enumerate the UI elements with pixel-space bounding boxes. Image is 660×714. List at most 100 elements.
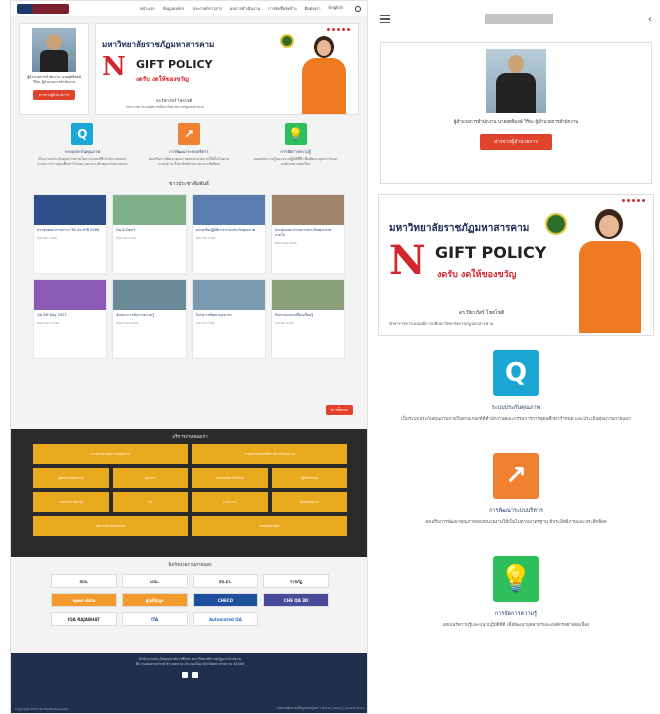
nav-link-about[interactable]: ข้อมูลองค์กร — [163, 5, 185, 12]
external-link[interactable]: มรม. — [121, 574, 188, 588]
mobile-feature-qa[interactable]: Q ระบบประกันคุณภาพ เป็นระบบประกันคุณภาพภ… — [372, 350, 660, 423]
feature-qa[interactable]: Q ระบบประกันคุณภาพ เป็นระบบประกันคุณภาพภ… — [36, 123, 128, 168]
gift-policy-banner[interactable]: มหาวิทยาลัยราชภัฏมหาสารคาม N GIFT POLICY… — [95, 23, 359, 115]
links-grid: สกอ. มรม. สป.อว. ราชภัฏ open data ศูนย์ข… — [51, 574, 329, 626]
lightbulb-icon: 💡 — [493, 556, 539, 603]
social-links — [15, 671, 365, 678]
site-logo[interactable] — [17, 3, 69, 14]
news-grid: ประชุมคณะกรรมการ ITA ประจำปี 2566 มิถุนาย… — [11, 188, 367, 359]
external-link[interactable]: IQA RAJABHAT — [51, 612, 117, 626]
external-link[interactable]: ราชภัฏ — [263, 574, 329, 588]
footer-address: 80 ถนนนครสวรรค์ ตำบลตลาด อำเภอเมือง จังห… — [135, 662, 245, 667]
mobile-feature-km[interactable]: 💡 การจัดการความรู้ เผยแพร่ความรู้และแนวป… — [372, 556, 660, 629]
search-icon[interactable] — [355, 5, 361, 12]
footer-policy-links[interactable]: นโยบายคุ้มครองข้อมูลส่วนบุคคล | Privacy … — [276, 706, 365, 711]
nav-link-procurement[interactable]: การจัดซื้อจัดจ้าง — [268, 5, 296, 12]
external-link[interactable]: CHE QA 3D — [263, 593, 329, 607]
exec-photo — [486, 49, 546, 113]
mobile-gift-policy-banner[interactable]: มหาวิทยาลัยราชภัฏมหาสารคาม N GIFT POLICY… — [378, 194, 654, 336]
feature-text: เป็นระบบประกันคุณภาพภายในตามเกณฑ์ที่สำนั… — [401, 417, 631, 422]
news-card[interactable]: QA KM Day 2023 พฤษภาคม 2566 — [33, 278, 108, 359]
banner-signer-title: รักษาราชการแทนอธิการบดีมหาวิทยาลัยราชภัฏ… — [126, 105, 205, 109]
youtube-icon[interactable] — [192, 671, 198, 678]
nav-link-english[interactable]: English — [329, 5, 343, 12]
chevron-left-icon[interactable]: ‹ — [648, 14, 652, 25]
news-image — [34, 279, 107, 310]
service-button[interactable]: ระบบสารสนเทศเพื่อการประกันคุณภาพ — [192, 444, 347, 464]
university-seal-icon — [280, 34, 294, 48]
hamburger-menu-icon[interactable] — [380, 15, 390, 23]
news-card[interactable]: ประชุมคณะกรรมการประเมินคุณภาพภายใน พฤษภาค… — [270, 193, 345, 274]
feature-text: เป็นระบบประกันคุณภาพภายในตามเกณฑ์ที่ สำน… — [36, 157, 128, 167]
banner-heading: มหาวิทยาลัยราชภัฏมหาสารคาม — [389, 223, 530, 234]
news-title: อบรมเชิงปฏิบัติการระบบประกันคุณภาพ — [195, 227, 256, 232]
nav-link-contact[interactable]: ติดต่อเรา — [305, 5, 321, 12]
news-date: เมษายน 2566 — [274, 320, 294, 325]
news-image — [192, 279, 265, 310]
external-link[interactable]: Automated QA — [192, 612, 259, 626]
service-button[interactable]: ITA — [112, 492, 188, 512]
mobile-topbar: ‹ — [372, 0, 660, 38]
banner-no-mark: N — [389, 237, 426, 284]
footer-copyright: Copyright 2023 All Rights Reserved — [15, 707, 69, 711]
feature-km[interactable]: 💡 การจัดการความรู้ เผยแพร่ความรู้และแนวป… — [250, 123, 342, 168]
exec-message-button[interactable]: สารจากผู้อำนวยการ — [480, 134, 552, 151]
nav-link-results[interactable]: ผลการดำเนินงาน — [230, 5, 260, 12]
service-button[interactable]: ปฏิทินกิจกรรม — [271, 468, 347, 488]
feature-title: ระบบประกันคุณภาพ — [491, 405, 541, 411]
news-card[interactable]: อบรมเชิงปฏิบัติการระบบประกันคุณภาพ มิถุนา… — [191, 193, 266, 274]
service-button[interactable]: e-Service — [192, 492, 268, 512]
nav-link-home[interactable]: หน้าแรก — [140, 5, 155, 12]
news-card[interactable]: Do & Don't มิถุนายน 2566 — [112, 193, 187, 274]
exec-caption: ผู้อำนวยการสำนักงาน นายสุทธิพงษ์ วิริยะ … — [27, 75, 81, 84]
site-footer: สำนักงานประกันคุณภาพการศึกษา มหาวิทยาลัย… — [11, 653, 367, 713]
news-card[interactable]: ประชุมคณะกรรมการ ITA ประจำปี 2566 มิถุนาย… — [33, 193, 108, 274]
news-title: Do & Don't — [116, 227, 136, 232]
news-date: มิถุนายน 2566 — [37, 235, 57, 240]
external-link[interactable]: open data — [51, 593, 117, 607]
nav-link-news[interactable]: ประกาศ/ข่าวสาร — [193, 5, 222, 12]
external-link[interactable]: ศูนย์ข้อมูล — [121, 593, 188, 607]
service-button[interactable]: ผลการประเมินคุณภาพ — [33, 516, 188, 536]
exec-message-button[interactable]: สารจากผู้อำนวยการ — [32, 89, 76, 100]
facebook-icon[interactable] — [182, 671, 188, 678]
feature-text: ส่งเสริมการพัฒนาคุณภาพของหน่วยงานให้เป็น… — [425, 520, 607, 526]
news-title: ประชุมคณะกรรมการ ITA ประจำปี 2566 — [37, 227, 100, 232]
all-news-button[interactable]: ข่าวทั้งหมด — [325, 405, 353, 415]
news-card[interactable]: กิจกรรมแลกเปลี่ยนเรียนรู้เมษายน 2566 — [270, 278, 345, 359]
service-button[interactable]: รายงานการประชุม — [33, 492, 109, 512]
service-button[interactable]: บุคลากร — [112, 468, 188, 488]
service-button[interactable]: ระบบรายงานผลการดำเนินงาน — [33, 444, 188, 464]
feature-title: การพัฒนาระบบบริหาร — [169, 149, 209, 154]
feature-title: การจัดการความรู้ — [280, 149, 311, 154]
banner-gift-policy: GIFT POLICY — [136, 58, 213, 71]
service-button[interactable]: ติดต่อสอบถาม — [271, 492, 347, 512]
news-card[interactable]: โครงการพัฒนาบุคลากร เมษายน 2566 — [191, 278, 266, 359]
news-heading: ข่าวประชาสัมพันธ์ — [169, 180, 209, 187]
mobile-logo[interactable] — [485, 14, 553, 24]
feature-management[interactable]: ↗ การพัฒนาระบบบริหาร ส่งเสริมการพัฒนาคุณ… — [143, 123, 235, 168]
banner-signer: ดร.ปิยาภัสร์ ไชยโชติ — [459, 310, 505, 316]
feature-text: เผยแพร่ความรู้และแนวปฏิบัติที่ดี เพื่อพั… — [442, 623, 590, 629]
external-link[interactable]: สป.อว. — [192, 574, 259, 588]
external-link[interactable]: ITA — [121, 612, 188, 626]
hero-section: ผู้อำนวยการสำนักงาน นายสุทธิพงษ์ วิริยะ … — [11, 17, 367, 121]
banner-heading: มหาวิทยาลัยราชภัฏมหาสารคาม — [102, 40, 215, 49]
exec-photo — [32, 28, 76, 72]
exec-card: ผู้อำนวยการสำนักงาน นายสุทธิพงษ์ วิริยะ … — [19, 23, 89, 115]
external-link[interactable]: สกอ. — [51, 574, 117, 588]
news-image — [34, 194, 107, 225]
service-button[interactable]: แผนยุทธศาสตร์ — [192, 516, 347, 536]
news-title: โครงการพัฒนาบุคลากร — [195, 312, 232, 317]
feature-title: ระบบประกันคุณภาพ — [64, 149, 100, 154]
slider-dots[interactable] — [622, 199, 645, 202]
news-title: กิจกรรมแลกเปลี่ยนเรียนรู้ — [274, 312, 314, 317]
service-button[interactable]: คู่มือประกันคุณภาพ — [33, 468, 109, 488]
chart-icon: ↗ — [493, 453, 539, 500]
mobile-feature-management[interactable]: ↗ การพัฒนาระบบบริหาร ส่งเสริมการพัฒนาคุณ… — [372, 453, 660, 526]
news-image — [271, 194, 344, 225]
news-image — [113, 194, 186, 225]
service-button[interactable]: แบบฟอร์มดาวน์โหลด — [192, 468, 268, 488]
news-card[interactable]: สัมมนาการจัดการความรู้ พฤษภาคม 2566 — [112, 278, 187, 359]
external-link[interactable]: CHECO — [192, 593, 259, 607]
